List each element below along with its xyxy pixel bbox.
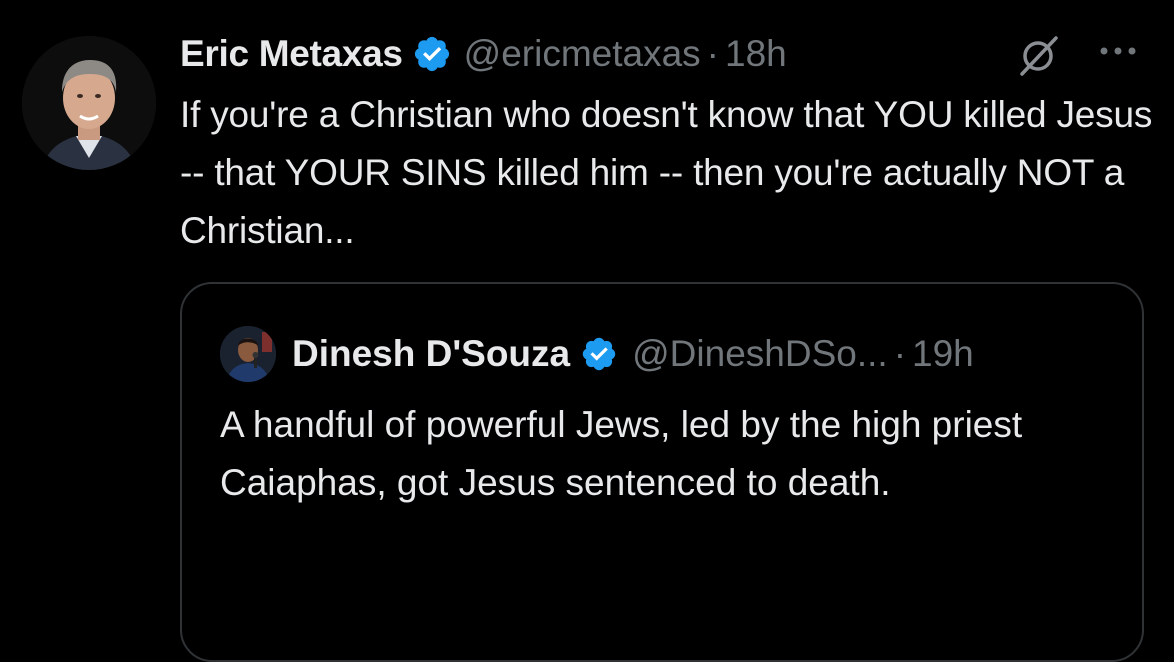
- quoted-author-handle[interactable]: @DineshDSo...: [632, 333, 888, 375]
- more-options-icon[interactable]: [1092, 36, 1144, 66]
- quoted-verified-badge-icon[interactable]: [580, 335, 618, 373]
- quoted-author-name[interactable]: Dinesh D'Souza: [292, 333, 570, 375]
- quoted-tweet-header: Dinesh D'Souza @DineshDSo... · 19h: [220, 326, 974, 382]
- quoted-author-avatar[interactable]: [220, 326, 276, 382]
- quoted-tweet[interactable]: Dinesh D'Souza @DineshDSo... · 19h A han…: [180, 282, 1144, 662]
- quoted-tweet-text: A handful of powerful Jews, led by the h…: [220, 404, 1023, 503]
- tweet-timestamp[interactable]: 18h: [725, 33, 787, 75]
- quoted-header-separator: ·: [893, 333, 907, 374]
- grok-icon[interactable]: [1014, 32, 1064, 78]
- author-name[interactable]: Eric Metaxas: [180, 33, 403, 75]
- tweet-header: Eric Metaxas @ericmetaxas · 18h: [180, 26, 787, 82]
- author-avatar[interactable]: [22, 36, 156, 170]
- tweet-text: If you're a Christian who doesn't know t…: [180, 94, 1153, 251]
- verified-badge-icon[interactable]: [412, 34, 452, 74]
- author-handle[interactable]: @ericmetaxas: [464, 33, 701, 75]
- tweet[interactable]: Eric Metaxas @ericmetaxas · 18h If you'r…: [0, 0, 1174, 662]
- quoted-tweet-timestamp[interactable]: 19h: [912, 333, 974, 375]
- header-separator: ·: [706, 33, 719, 74]
